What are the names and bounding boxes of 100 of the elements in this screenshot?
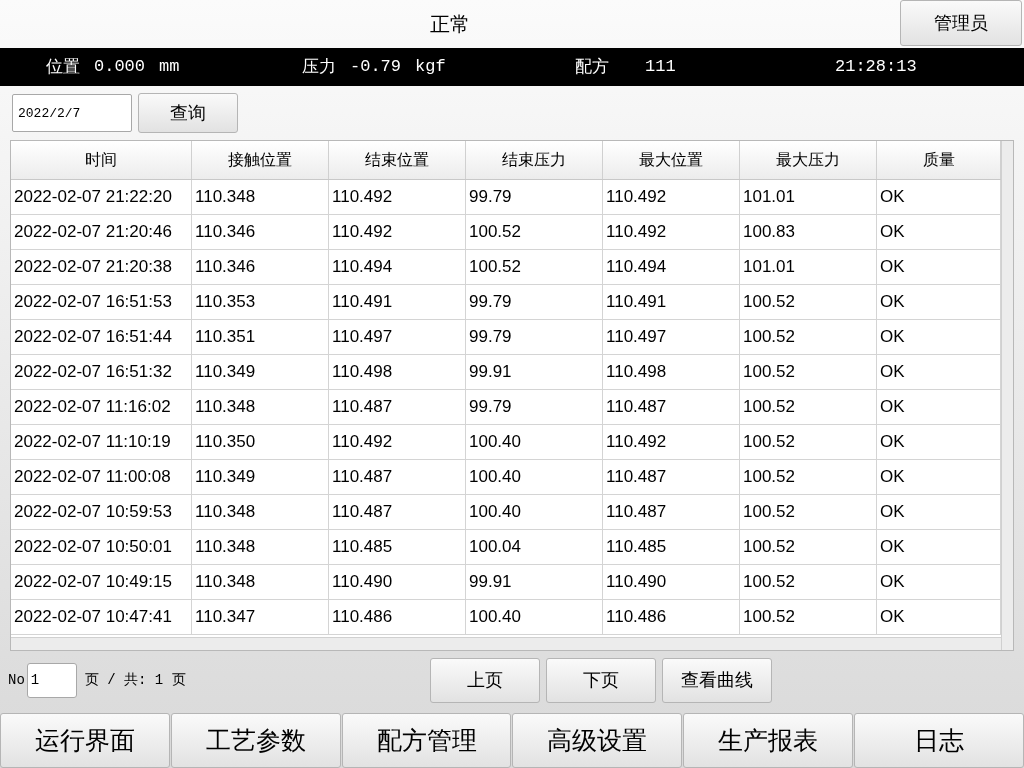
nav-tab[interactable]: 配方管理 bbox=[341, 713, 512, 768]
table-cell: 101.01 bbox=[740, 250, 877, 284]
table-cell: 99.79 bbox=[466, 390, 603, 424]
status-label: 压力 bbox=[302, 56, 336, 79]
vertical-scrollbar[interactable] bbox=[1001, 141, 1013, 650]
table-cell: 2022-02-07 21:20:38 bbox=[11, 250, 192, 284]
table-cell: 110.349 bbox=[192, 355, 329, 389]
table-cell: 110.351 bbox=[192, 320, 329, 354]
table-cell: 2022-02-07 10:50:01 bbox=[11, 530, 192, 564]
table-cell: 100.52 bbox=[740, 285, 877, 319]
table-cell: 110.347 bbox=[192, 600, 329, 634]
table-cell: 2022-02-07 16:51:44 bbox=[11, 320, 192, 354]
table-cell: 110.348 bbox=[192, 530, 329, 564]
nav-tab[interactable]: 工艺参数 bbox=[170, 713, 341, 768]
table-cell: 100.40 bbox=[466, 425, 603, 459]
table-cell: 100.52 bbox=[740, 460, 877, 494]
column-header[interactable]: 最大位置 bbox=[603, 141, 740, 179]
column-header[interactable]: 接触位置 bbox=[192, 141, 329, 179]
nav-tab[interactable]: 运行界面 bbox=[0, 713, 170, 768]
nav-tab[interactable]: 日志 bbox=[854, 713, 1024, 768]
page-no-label: No bbox=[8, 670, 25, 690]
table-cell: 110.490 bbox=[329, 565, 466, 599]
table-cell: 100.52 bbox=[740, 530, 877, 564]
status-label: 配方 bbox=[575, 56, 609, 79]
status-value: 111 bbox=[645, 56, 676, 79]
table-cell: 110.487 bbox=[329, 495, 466, 529]
query-button[interactable]: 查询 bbox=[138, 93, 238, 133]
table-cell: 100.52 bbox=[740, 495, 877, 529]
table-cell: 2022-02-07 21:20:46 bbox=[11, 215, 192, 249]
column-header[interactable]: 结束压力 bbox=[466, 141, 603, 179]
table-cell: 100.40 bbox=[466, 600, 603, 634]
status-unit: kgf bbox=[415, 56, 446, 79]
table-cell: 100.52 bbox=[740, 565, 877, 599]
table-cell: 100.52 bbox=[740, 600, 877, 634]
table-cell: 110.498 bbox=[329, 355, 466, 389]
table-cell: 110.492 bbox=[329, 180, 466, 214]
table-cell: 110.485 bbox=[329, 530, 466, 564]
table-cell: 110.487 bbox=[603, 495, 740, 529]
table-cell: 110.348 bbox=[192, 565, 329, 599]
table-cell: 110.492 bbox=[603, 180, 740, 214]
table-cell: 110.486 bbox=[329, 600, 466, 634]
table-cell: 2022-02-07 16:51:32 bbox=[11, 355, 192, 389]
table-cell: 110.497 bbox=[329, 320, 466, 354]
table-cell: 110.348 bbox=[192, 180, 329, 214]
table-cell: 110.350 bbox=[192, 425, 329, 459]
table-cell: 110.487 bbox=[603, 390, 740, 424]
table-cell: 110.490 bbox=[603, 565, 740, 599]
table-cell: 110.348 bbox=[192, 390, 329, 424]
nav-tab[interactable]: 生产报表 bbox=[683, 713, 854, 768]
table-cell: 100.83 bbox=[740, 215, 877, 249]
table-cell: 110.353 bbox=[192, 285, 329, 319]
table-cell: 2022-02-07 10:47:41 bbox=[11, 600, 192, 634]
table-cell: 2022-02-07 10:59:53 bbox=[11, 495, 192, 529]
table-cell: 110.498 bbox=[603, 355, 740, 389]
table-cell: 100.40 bbox=[466, 460, 603, 494]
status-unit: mm bbox=[159, 56, 180, 79]
table-cell: 2022-02-07 10:49:15 bbox=[11, 565, 192, 599]
table-cell: 110.491 bbox=[329, 285, 466, 319]
page-button[interactable]: 下页 bbox=[545, 657, 656, 703]
table-cell: 100.52 bbox=[740, 425, 877, 459]
table-cell: 110.492 bbox=[603, 215, 740, 249]
column-header[interactable]: 时间 bbox=[11, 141, 192, 179]
table-cell: 99.79 bbox=[466, 320, 603, 354]
table-cell: 2022-02-07 11:16:02 bbox=[11, 390, 192, 424]
screen-title: 正常 bbox=[429, 12, 471, 37]
table-cell: 100.52 bbox=[740, 355, 877, 389]
table-cell: 100.52 bbox=[466, 250, 603, 284]
table-cell: 99.79 bbox=[466, 180, 603, 214]
table-cell: 110.348 bbox=[192, 495, 329, 529]
table-cell: 100.40 bbox=[466, 495, 603, 529]
table-cell: 110.349 bbox=[192, 460, 329, 494]
table-cell: 101.01 bbox=[740, 180, 877, 214]
status-time: 21:28:13 bbox=[835, 56, 917, 79]
page-button[interactable]: 查看曲线 bbox=[661, 657, 772, 703]
table-cell: 100.52 bbox=[740, 320, 877, 354]
table-cell: 110.494 bbox=[329, 250, 466, 284]
horizontal-scrollbar[interactable] bbox=[11, 637, 1001, 650]
table-cell: 110.492 bbox=[603, 425, 740, 459]
table-cell: 110.492 bbox=[329, 425, 466, 459]
table-cell: 2022-02-07 16:51:53 bbox=[11, 285, 192, 319]
table-cell: 110.486 bbox=[603, 600, 740, 634]
nav-tab[interactable]: 高级设置 bbox=[512, 713, 683, 768]
table-cell: 110.487 bbox=[603, 460, 740, 494]
table-cell: 110.346 bbox=[192, 215, 329, 249]
table-cell: 100.52 bbox=[740, 390, 877, 424]
page-total: 页 / 共: 1 页 bbox=[84, 670, 187, 690]
table-cell: 110.494 bbox=[603, 250, 740, 284]
status-value: -0.79 bbox=[350, 56, 401, 79]
column-header[interactable]: 最大压力 bbox=[740, 141, 877, 179]
page-field[interactable]: 1 bbox=[26, 662, 77, 698]
date-field[interactable]: 2022/2/7 bbox=[12, 94, 132, 132]
column-header[interactable]: 结束位置 bbox=[329, 141, 466, 179]
table-cell: 110.491 bbox=[603, 285, 740, 319]
table-cell: 110.485 bbox=[603, 530, 740, 564]
admin-button[interactable]: 管理员 bbox=[900, 0, 1022, 46]
page-button[interactable]: 上页 bbox=[429, 657, 540, 703]
table-cell: 110.497 bbox=[603, 320, 740, 354]
table-cell: 110.492 bbox=[329, 215, 466, 249]
table-cell: 110.487 bbox=[329, 460, 466, 494]
table-cell: 99.91 bbox=[466, 565, 603, 599]
